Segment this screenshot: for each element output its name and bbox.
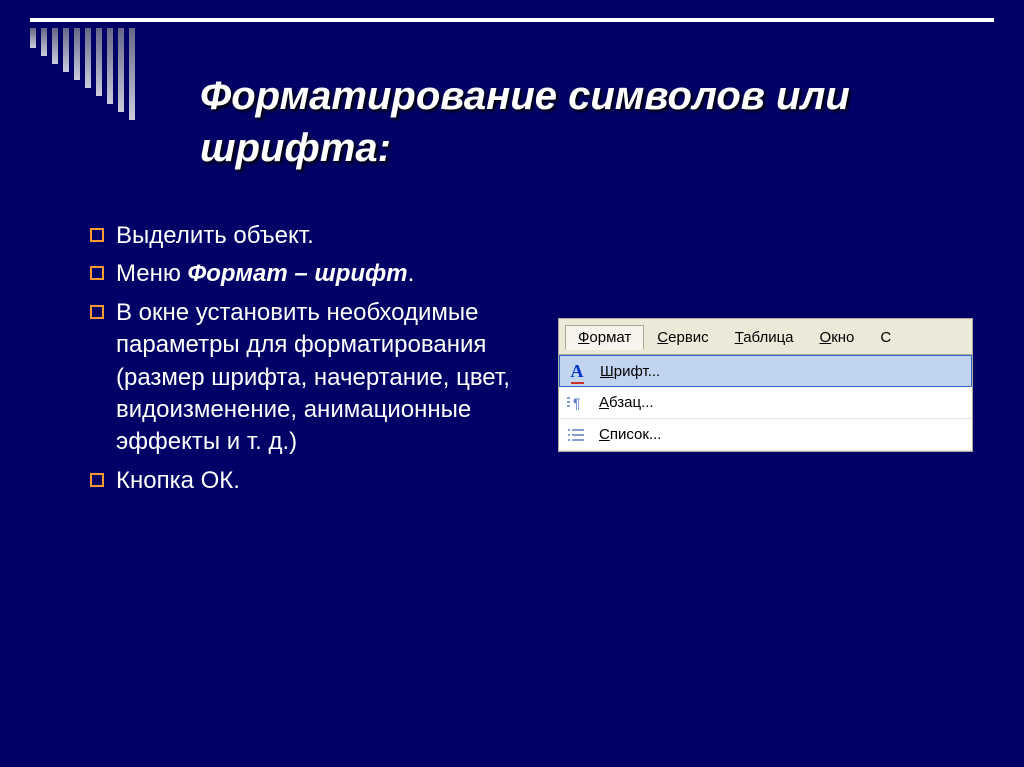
decorative-top-bar [30,18,994,22]
slide-title: Форматирование символов или шрифта: [200,70,964,174]
menu-table[interactable]: Таблица [722,325,807,350]
dropdown-label: Список... [593,426,661,443]
decorative-stripes [30,28,135,120]
dropdown-label: Абзац... [593,394,654,411]
bullet-suffix: . [408,260,415,287]
bullet-icon [90,228,104,242]
format-dropdown: A Шрифт... ¶ Абзац... [559,354,972,451]
bullet-item: Выделить объект. [90,220,520,252]
bullet-item: Меню Формат – шрифт. [90,258,520,290]
bullet-text: Кнопка ОК. [116,465,240,497]
bullet-list: Выделить объект. Меню Формат – шрифт. В … [90,220,520,503]
menu-service[interactable]: Сервис [644,325,721,350]
title-text: Форматирование символов или шрифта: [200,70,964,174]
dropdown-item-list[interactable]: Список... [559,419,972,451]
menu-truncated[interactable]: С [867,325,904,350]
bullet-icon [90,305,104,319]
list-icon [559,429,593,441]
menu-format[interactable]: Формат [565,325,644,350]
bullet-text: В окне установить необходимые параметры … [116,297,520,459]
bullet-icon [90,266,104,280]
bullet-emphasis: Формат – шрифт [188,260,408,287]
bullet-text: Выделить объект. [116,220,314,252]
dropdown-item-font[interactable]: A Шрифт... [559,355,972,387]
dropdown-label: Шрифт... [594,363,660,380]
font-icon: A [560,361,594,382]
menu-window[interactable]: Окно [807,325,868,350]
svg-text:¶: ¶ [573,396,581,410]
bullet-icon [90,473,104,487]
bullet-item: Кнопка ОК. [90,465,520,497]
menubar: Формат Сервис Таблица Окно С [559,319,972,354]
bullet-text: Меню Формат – шрифт. [116,258,414,290]
word-menu-screenshot: Формат Сервис Таблица Окно С A Шрифт... … [558,318,973,452]
bullet-prefix: Меню [116,260,188,287]
bullet-item: В окне установить необходимые параметры … [90,297,520,459]
paragraph-icon: ¶ [559,396,593,410]
dropdown-item-paragraph[interactable]: ¶ Абзац... [559,387,972,419]
